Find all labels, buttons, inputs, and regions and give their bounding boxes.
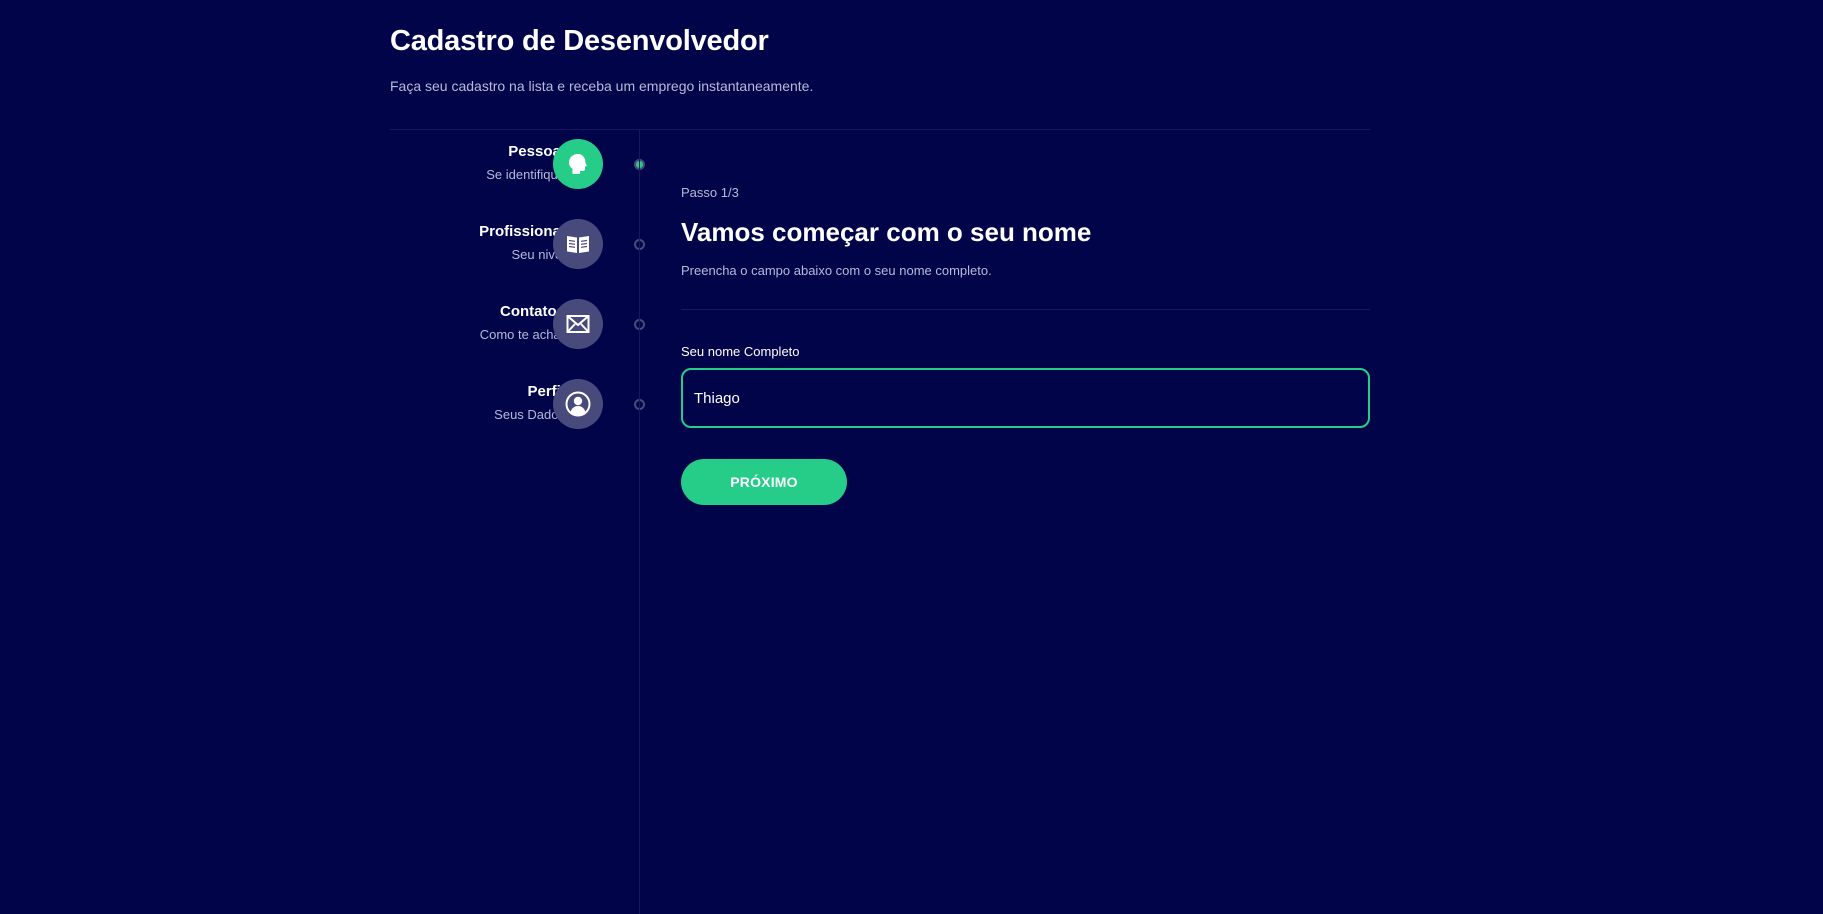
step-item-pessoal[interactable]: Pessoal Se identifique [390,138,645,190]
page-subtitle: Faça seu cadastro na lista e receba um e… [390,78,814,94]
page-container: Cadastro de Desenvolvedor Faça seu cadas… [390,0,1370,914]
steps-sidebar: Pessoal Se identifique Profissional Seu … [390,130,645,914]
step-counter: Passo 1/3 [681,185,739,200]
step-subtitle: Seu nivel [511,247,565,262]
steps-divider-line [639,130,640,914]
step-title: Profissional [479,223,565,240]
profile-head-icon [553,139,603,189]
form-description: Preencha o campo abaixo com o seu nome c… [681,263,992,278]
user-icon [553,379,603,429]
step-subtitle: Como te achar [479,327,565,342]
book-icon [553,219,603,269]
name-field-label: Seu nome Completo [681,344,800,359]
step-title: Contatos [500,303,565,320]
page-header: Cadastro de Desenvolvedor Faça seu cadas… [390,20,1370,95]
form-divider [681,309,1370,310]
full-name-input[interactable] [681,368,1370,428]
step-item-profissional[interactable]: Profissional Seu nivel [390,218,645,270]
page-title: Cadastro de Desenvolvedor [390,25,769,57]
mail-icon [553,299,603,349]
step-item-contatos[interactable]: Contatos Como te achar [390,298,645,350]
form-heading: Vamos começar com o seu nome [681,217,1092,247]
next-button[interactable]: PRÓXIMO [681,459,847,505]
step-item-perfil[interactable]: Perfil Seus Dados [390,378,645,430]
